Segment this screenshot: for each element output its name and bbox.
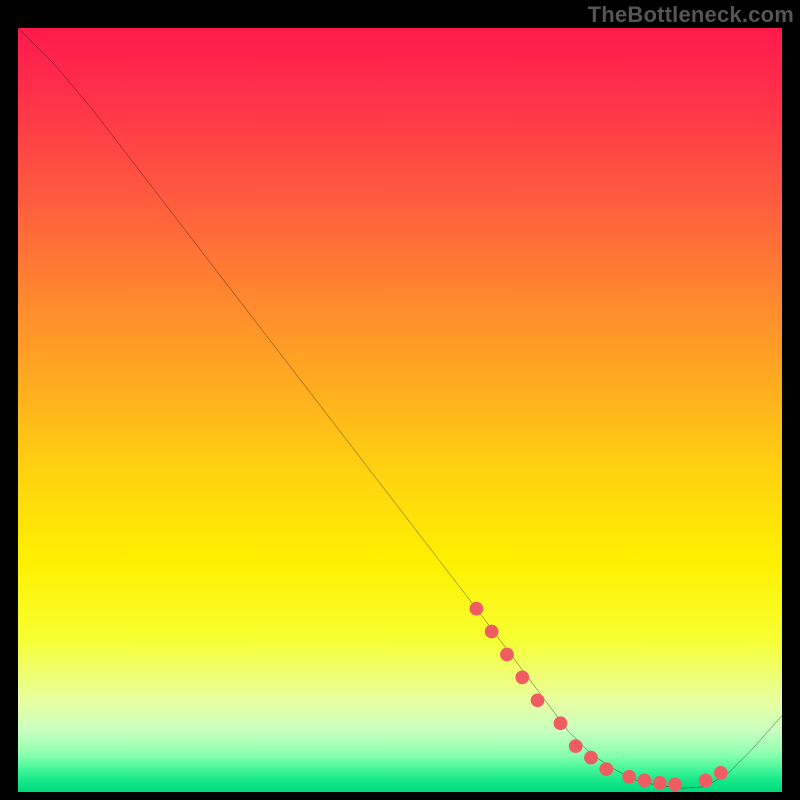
curve-marker-dot xyxy=(599,762,613,776)
curve-marker-dot xyxy=(569,739,583,753)
curve-marker-dot xyxy=(485,625,499,639)
bottleneck-curve xyxy=(18,28,782,788)
curve-marker-dot xyxy=(515,671,529,685)
curve-marker-dot xyxy=(470,602,484,616)
watermark-text: TheBottleneck.com xyxy=(588,2,794,28)
curve-marker-dot xyxy=(668,777,682,791)
curve-marker-dot xyxy=(653,776,667,790)
curve-line xyxy=(18,28,782,788)
curve-marker-dot xyxy=(554,716,568,730)
chart-frame: TheBottleneck.com xyxy=(0,0,800,800)
curve-marker-dot xyxy=(500,648,514,662)
curve-marker-dot xyxy=(714,766,728,780)
curve-marker-dot xyxy=(699,774,713,788)
plot-area xyxy=(18,28,782,792)
curve-marker-dot xyxy=(622,770,636,784)
curve-marker-dot xyxy=(638,774,652,788)
curve-marker-dot xyxy=(531,693,545,707)
chart-svg xyxy=(18,28,782,792)
curve-marker-dot xyxy=(584,751,598,765)
curve-markers xyxy=(470,602,728,791)
